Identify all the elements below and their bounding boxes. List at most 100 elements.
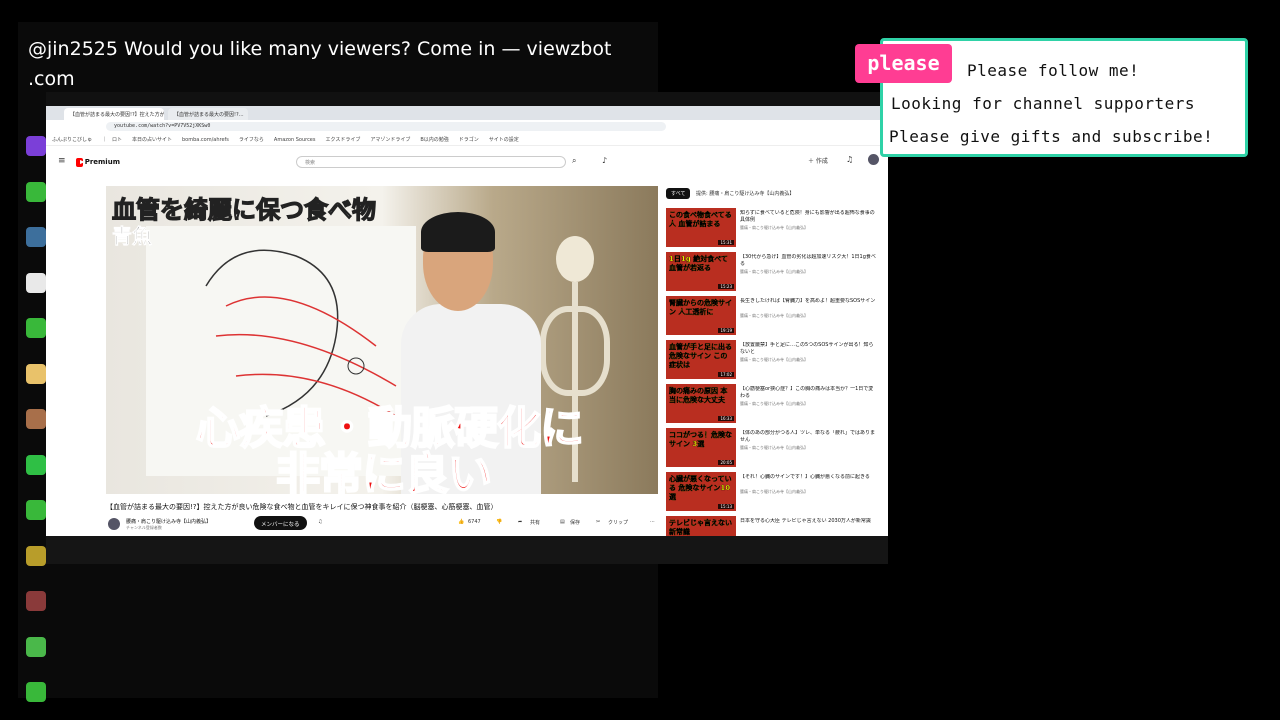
- recommendation-meta: 腰痛・肩こり駆け込み寺【山内義弘】: [740, 489, 808, 494]
- youtube-header: ≡ Premium 検索 ⌕ ♪ ＋ 作成 ♫: [46, 146, 888, 178]
- recommendation-item[interactable]: 血管が手と足に出る 危険なサイン この症状は 17:02 【放置厳禁】手と足に…この…: [666, 340, 880, 380]
- chat-user-avatar: [26, 181, 46, 202]
- thumbnail-text: 血管が手と足に出る 危険なサイン この症状は: [669, 343, 732, 369]
- recommendation-sidebar: すべて 提供: 腰痛・肩こり駆け込み寺【山内義弘】 この食べ物食べてる人 血管が…: [664, 186, 884, 555]
- window-bottom-bar: [46, 536, 888, 564]
- overlay-line-3: Please give gifts and subscribe!: [889, 127, 1214, 146]
- mic-icon[interactable]: ♪: [602, 156, 607, 165]
- overlay-line-2: Looking for channel supporters: [891, 94, 1195, 113]
- youtube-play-icon: [76, 157, 85, 167]
- menu-icon[interactable]: ≡: [58, 156, 66, 166]
- like-count[interactable]: 6747: [468, 519, 481, 525]
- recommendation-item[interactable]: 1日1g 絶対食べて 血管が若返る 15:23 【30代から急げ】血管の劣化は超加速…: [666, 252, 880, 292]
- thumbnail-text: この食べ物食べてる人 血管が詰まる: [669, 211, 732, 228]
- recommendation-title[interactable]: 知らずに食べていると危険！身にも影響が出る超怖な食事の具体例: [740, 210, 876, 224]
- browser-tab-bar: 【血管が詰まる最大の要因!?】控えた方が良い危険な食べ物と血管を… 【血管が詰ま…: [46, 106, 888, 120]
- video-duration: 17:02: [718, 372, 734, 377]
- chat-user-avatar: [26, 136, 46, 156]
- notification-bell-icon[interactable]: ♫: [318, 519, 322, 525]
- recommendation-meta: 腰痛・肩こり駆け込み寺【山内義弘】: [740, 357, 808, 362]
- video-duration: 15:31: [718, 240, 734, 245]
- recommendation-meta: 腰痛・肩こり駆け込み寺【山内義弘】: [740, 445, 808, 450]
- recommendation-item[interactable]: 腎臓からの危険サイン 人工透析に 19:19 長生きしたければ【腎臓力】を高めよ！超…: [666, 296, 880, 336]
- recommendation-thumbnail[interactable]: 心臓が悪くなっている 危険なサイン10選 15:13: [666, 472, 736, 511]
- channel-subscribers: チャンネル登録者数: [126, 525, 162, 530]
- browser-tab[interactable]: 【血管が詰まる最大の要因!?…: [168, 108, 248, 120]
- join-member-button[interactable]: メンバーになる: [254, 516, 307, 530]
- logo-text: Premium: [84, 158, 120, 166]
- recommendation-meta: 腰痛・肩こり駆け込み寺【山内義弘】: [740, 269, 808, 274]
- thumbnail-text: 1日1g 絶対食べて 血管が若返る: [669, 255, 728, 272]
- dislike-icon[interactable]: 👎: [496, 519, 502, 525]
- save-button[interactable]: 保存: [570, 519, 580, 526]
- chip-channel[interactable]: 提供: 腰痛・肩こり駆け込み寺【山内義弘】: [696, 190, 794, 197]
- recommendation-item[interactable]: ココがつる！危険なサイン 3選 20:05 【体のあの部分がつる人】ツレ、単なる「疲…: [666, 428, 880, 468]
- channel-row: 腰痛・肩こり駆け込み寺【山内義弘】 チャンネル登録者数 メンバーになる ♫ 👍 …: [106, 516, 666, 532]
- video-duration: 15:23: [718, 284, 734, 289]
- search-icon[interactable]: ⌕: [572, 156, 576, 166]
- bell-icon[interactable]: ♫: [846, 155, 853, 164]
- browser-tab-active[interactable]: 【血管が詰まる最大の要因!?】控えた方が良い危険な食べ物と血管を…: [64, 108, 164, 120]
- search-input[interactable]: 検索: [296, 156, 566, 168]
- create-button[interactable]: ＋ 作成: [808, 156, 828, 165]
- account-avatar[interactable]: [868, 154, 879, 165]
- clip-button[interactable]: クリップ: [608, 519, 628, 526]
- video-title: 【血管が詰まる最大の要因!?】控えた方が良い危険な食べ物と血管をキレイに保つ神食…: [106, 503, 498, 511]
- recommendation-item[interactable]: この食べ物食べてる人 血管が詰まる 15:31 知らずに食べていると危険！身にも影響…: [666, 208, 880, 248]
- recommendation-thumbnail[interactable]: 1日1g 絶対食べて 血管が若返る 15:23: [666, 252, 736, 291]
- screen-share-window: 【血管が詰まる最大の要因!?】控えた方が良い危険な食べ物と血管を… 【血管が詰ま…: [46, 92, 888, 564]
- share-button[interactable]: 共有: [530, 519, 540, 526]
- video-caption-big-2: 非常に良い: [275, 448, 493, 494]
- save-icon[interactable]: ▤: [560, 519, 565, 525]
- recommendation-item[interactable]: 心臓が悪くなっている 危険なサイン10選 15:13 【それ！心臓のサインです！】心…: [666, 472, 880, 512]
- thumbnail-text: ココがつる！危険なサイン 3選: [669, 431, 732, 448]
- chip-all[interactable]: すべて: [666, 188, 691, 199]
- video-duration: 15:13: [718, 504, 734, 509]
- recommendation-thumbnail[interactable]: ココがつる！危険なサイン 3選 20:05: [666, 428, 736, 467]
- recommendation-meta: 腰痛・肩こり駆け込み寺【山内義弘】: [740, 313, 808, 318]
- chat-user-avatar: [26, 454, 46, 475]
- chat-user-avatar: [26, 318, 46, 338]
- recommendation-thumbnail[interactable]: この食べ物食べてる人 血管が詰まる 15:31: [666, 208, 736, 247]
- channel-name[interactable]: 腰痛・肩こり駆け込み寺【山内義弘】: [126, 518, 211, 525]
- video-duration: 19:19: [718, 328, 734, 333]
- recommendation-meta: 腰痛・肩こり駆け込み寺【山内義弘】: [740, 225, 808, 230]
- chat-user-avatar: [26, 227, 46, 247]
- chat-user-avatar: [26, 636, 46, 657]
- recommendation-title[interactable]: 【放置厳禁】手と足に…この5つのSOSサインが出る！知らないと: [740, 342, 876, 356]
- video-caption-fish: 青魚: [112, 224, 153, 249]
- recommendation-title[interactable]: 【心筋梗塞or狭心症？】この胸の痛みは本当か？一1日で変わる: [740, 386, 876, 400]
- share-icon[interactable]: ➦: [518, 519, 522, 525]
- please-badge: please: [855, 44, 952, 83]
- youtube-logo[interactable]: Premium: [76, 156, 120, 168]
- recommendation-thumbnail[interactable]: 血管が手と足に出る 危険なサイン この症状は 17:02: [666, 340, 736, 379]
- stream-canvas: @jin2525 Would you like many viewers? Co…: [0, 0, 1280, 720]
- recommendation-thumbnail[interactable]: 腎臓からの危険サイン 人工透析に 19:19: [666, 296, 736, 335]
- overlay-line-1: Please follow me!: [967, 61, 1140, 80]
- channel-avatar[interactable]: [108, 518, 120, 530]
- video-duration: 20:05: [718, 460, 734, 465]
- recommendation-title[interactable]: 【30代から急げ】血管の劣化は超加速リスク大！1日1g食べる: [740, 254, 876, 268]
- chat-user-avatar: [26, 409, 46, 429]
- thumbnail-text: 胸の痛みの原因 本当に危険な大丈夫: [669, 387, 728, 404]
- chat-message: @jin2525 Would you like many viewers? Co…: [28, 38, 612, 90]
- thumbnail-text: 心臓が悪くなっている 危険なサイン10選: [669, 475, 732, 501]
- recommendation-thumbnail[interactable]: 胸の痛みの原因 本当に危険な大丈夫 16:33: [666, 384, 736, 423]
- more-icon[interactable]: ⋯: [650, 519, 655, 525]
- chat-user-avatar: [26, 591, 46, 611]
- url-field[interactable]: youtube.com/watch?v=PV7V52jXKSw0: [106, 122, 666, 131]
- video-duration: 16:33: [718, 416, 734, 421]
- clip-icon[interactable]: ✂: [596, 519, 600, 525]
- address-bar: youtube.com/watch?v=PV7V52jXKSw0: [46, 120, 888, 132]
- youtube-page: ≡ Premium 検索 ⌕ ♪ ＋ 作成 ♫ 血管を綺麗に保つ食べ物 青魚 心…: [46, 146, 888, 555]
- recommendation-title[interactable]: 【それ！心臓のサインです！】心臓が悪くなる前に起きる: [740, 474, 876, 481]
- recommendation-title[interactable]: 日本を守る心大臣 テレビじゃ言えない 2030万人が新常識: [740, 518, 876, 525]
- recommendation-title[interactable]: 【体のあの部分がつる人】ツレ、単なる「疲れ」ではありません: [740, 430, 876, 444]
- bookmarks-bar[interactable]: ふんぷりこびしゅ ｜ ロト 本日の占いサイト bomba.com/ahrefs …: [46, 132, 888, 146]
- recommendation-title[interactable]: 長生きしたければ【腎臓力】を高めよ！超重要なSOSサイン: [740, 298, 876, 305]
- like-icon[interactable]: 👍: [458, 519, 464, 525]
- recommendation-item[interactable]: 胸の痛みの原因 本当に危険な大丈夫 16:33 【心筋梗塞or狭心症？】この胸の痛み…: [666, 384, 880, 424]
- video-player[interactable]: 血管を綺麗に保つ食べ物 青魚 心疾患・動脈硬化に 非常に良い: [106, 186, 658, 494]
- thumbnail-text: 腎臓からの危険サイン 人工透析に: [669, 299, 732, 316]
- chat-user-avatar: [26, 500, 46, 520]
